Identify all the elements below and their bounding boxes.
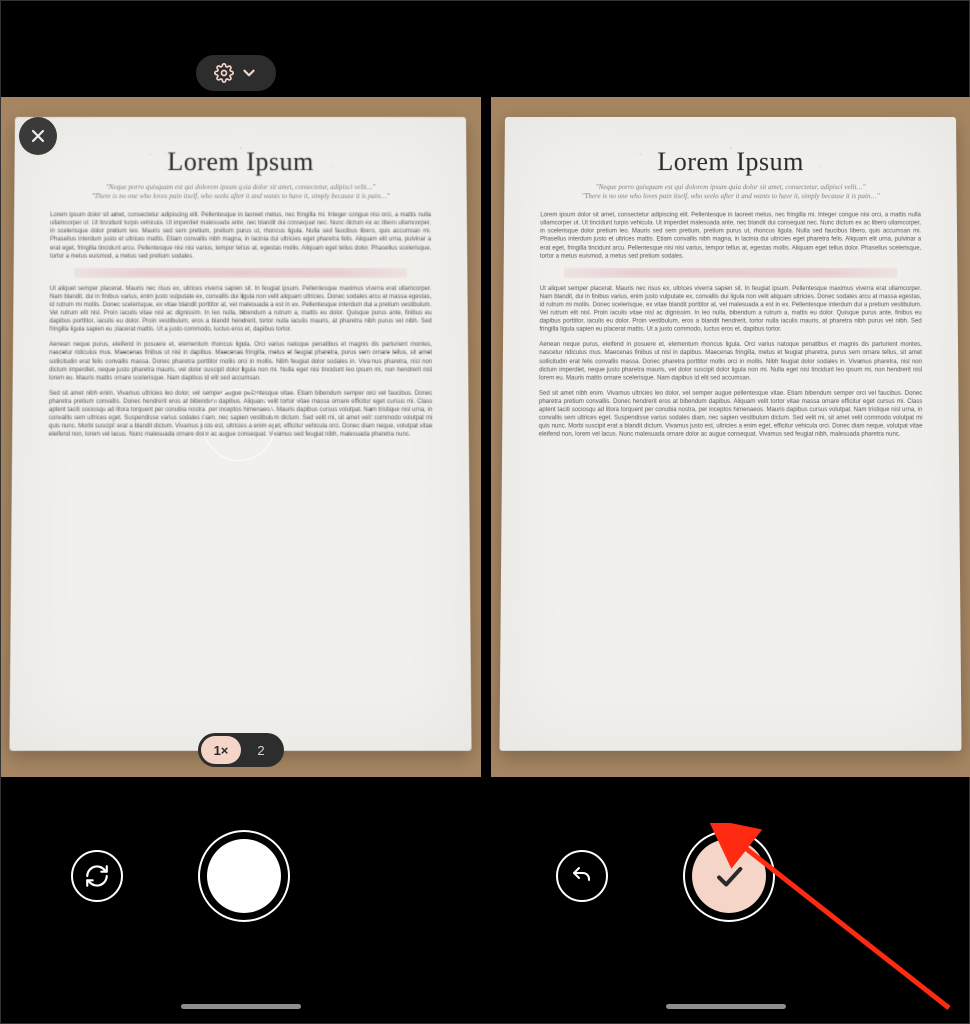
- undo-icon: [570, 864, 594, 888]
- confirm-button[interactable]: [683, 830, 775, 922]
- capture-controls-right: [486, 791, 970, 961]
- zoom-option-1x[interactable]: 1×: [201, 736, 241, 764]
- document-quote-2: "There is no one who loves pain itself, …: [55, 193, 427, 202]
- document-paragraph: Sed sit amet nibh enim. Vivamus ultricie…: [49, 390, 433, 440]
- highlight-scribble: [564, 268, 897, 278]
- confirm-inner: [692, 839, 766, 913]
- document-paragraph: Lorem ipsum dolor sit amet, consectetur …: [50, 212, 431, 261]
- switch-camera-icon: [84, 863, 110, 889]
- document-paragraph: Ut aliquet semper placerat. Mauris nec r…: [540, 285, 922, 334]
- camera-preview-left[interactable]: Lorem Ipsum "Neque porro quisquam est qu…: [1, 97, 481, 777]
- home-indicator[interactable]: [666, 1004, 786, 1009]
- document-paragraph: Aenean neque purus, eleifend in posuere …: [539, 341, 922, 382]
- close-button[interactable]: [19, 117, 57, 155]
- camera-controls-left: [1, 791, 486, 961]
- shutter-inner: [207, 839, 281, 913]
- document-paragraph: Lorem ipsum dolor sit amet, consectetur …: [540, 212, 921, 261]
- gear-icon[interactable]: [214, 63, 234, 83]
- undo-button[interactable]: [556, 850, 608, 902]
- zoom-option-2[interactable]: 2: [241, 736, 281, 764]
- document-page: Lorem Ipsum "Neque porro quisquam est qu…: [500, 117, 962, 751]
- switch-camera-button[interactable]: [71, 850, 123, 902]
- capture-preview-right[interactable]: Lorem Ipsum "Neque porro quisquam est qu…: [491, 97, 970, 777]
- home-indicator[interactable]: [181, 1004, 301, 1009]
- document-paragraph: Sed sit amet nibh enim. Vivamus ultricie…: [539, 390, 923, 440]
- document-page: Lorem Ipsum "Neque porro quisquam est qu…: [10, 117, 472, 751]
- document-title: Lorem Ipsum: [45, 147, 437, 177]
- camera-settings-toolbar[interactable]: [196, 55, 276, 91]
- document-paragraph: Ut aliquet semper placerat. Mauris nec r…: [50, 285, 432, 334]
- document-quote-2: "There is no one who loves pain itself, …: [545, 193, 917, 202]
- document-paragraph: Aenean neque purus, eleifend in posuere …: [49, 341, 432, 382]
- shutter-button[interactable]: [198, 830, 290, 922]
- close-icon: [28, 126, 48, 146]
- document-title: Lorem Ipsum: [535, 147, 927, 177]
- chevron-down-icon[interactable]: [240, 64, 258, 82]
- check-icon: [712, 859, 746, 893]
- highlight-scribble: [74, 268, 407, 278]
- zoom-control[interactable]: 1× 2: [198, 733, 284, 767]
